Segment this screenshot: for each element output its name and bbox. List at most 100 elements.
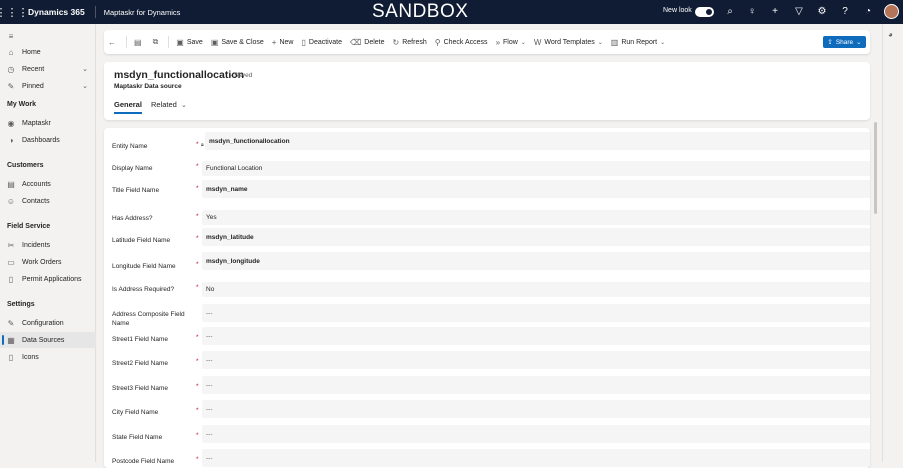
chevron-down-icon[interactable]: ⌄ (82, 65, 88, 73)
field-value-input[interactable]: No (202, 282, 870, 297)
brand-name[interactable]: Dynamics 365 (24, 6, 96, 18)
field-label: Street2 Field Name (112, 360, 168, 367)
required-indicator: * (196, 334, 199, 341)
sidebar-item-work-orders[interactable]: ▭ Work Orders (0, 254, 96, 270)
database-icon: ▦ (7, 335, 15, 345)
sidebar-item-contacts[interactable]: ☺ Contacts (0, 193, 96, 209)
run-report-button[interactable]: ▥ Run Report ⌄ (607, 30, 669, 54)
field-label: State Field Name (112, 434, 163, 441)
lightbulb-icon[interactable]: ♀ (745, 5, 759, 19)
tab-general[interactable]: General (114, 100, 142, 114)
new-button[interactable]: + New (268, 30, 298, 54)
field-label: Street3 Field Name (112, 385, 168, 392)
sidebar-item-pinned[interactable]: ✎ Pinned ⌄ (0, 78, 96, 94)
field-value-input[interactable]: msdyn_latitude (202, 228, 870, 246)
sidebar-item-label: Permit Applications (22, 275, 82, 283)
sidebar-item-recent[interactable]: ◷ Recent ⌄ (0, 61, 96, 77)
divider (168, 36, 170, 48)
required-indicator: * (196, 261, 199, 268)
chevron-down-icon[interactable]: ⌄ (82, 82, 88, 90)
field-value-input[interactable]: msdyn_name (202, 180, 870, 198)
chevron-down-icon: ⌄ (856, 39, 862, 46)
field-value-input[interactable]: --- (202, 351, 870, 369)
tab-related[interactable]: Related ⌄ (151, 100, 187, 109)
field-value-input[interactable]: Yes (202, 210, 870, 225)
back-arrow-icon: ← (108, 37, 116, 47)
flow-button[interactable]: » Flow ⌄ (492, 30, 530, 54)
required-indicator: * (196, 358, 199, 365)
field-value-input[interactable]: --- (202, 400, 870, 418)
sidebar-item-data-sources[interactable]: ▦ Data Sources (0, 332, 96, 348)
field-value-input[interactable]: --- (202, 449, 870, 467)
field-label: Street1 Field Name (112, 336, 168, 343)
back-button[interactable]: ← (104, 30, 123, 54)
divider (126, 36, 127, 48)
word-icon: W (533, 37, 542, 47)
word-templates-label: Word Templates (544, 38, 595, 46)
sidebar-section-my-work: My Work (7, 101, 37, 108)
sidebar-item-label: Pinned (22, 82, 44, 90)
delete-icon: ⌫ (349, 37, 362, 47)
field-value-input[interactable]: --- (202, 376, 870, 394)
flow-label: Flow (503, 38, 518, 46)
sidebar-item-permit-applications[interactable]: ▯ Permit Applications (0, 271, 96, 287)
record-set-button[interactable]: ▤ (130, 30, 149, 54)
share-button[interactable]: ⇪ Share ⌄ (823, 36, 866, 48)
hamburger-icon[interactable]: ≡ (0, 28, 96, 44)
word-templates-button[interactable]: W Word Templates ⌄ (530, 30, 607, 54)
chevron-down-icon: ⌄ (660, 39, 666, 46)
record-icon: ▤ (134, 37, 142, 47)
run-report-label: Run Report (621, 38, 658, 46)
field-label: Address Composite Field Name (112, 311, 185, 327)
record-entity-type: Maptaskr Data source (114, 83, 182, 90)
record-header: msdyn_functionallocation - Saved Maptask… (104, 62, 870, 120)
clipboard-icon: ▭ (7, 257, 15, 267)
field-value-input[interactable]: --- (202, 425, 870, 443)
field-value-input[interactable]: --- (202, 327, 870, 345)
search-icon[interactable]: ⌕ (723, 5, 737, 19)
delete-button[interactable]: ⌫ Delete (346, 30, 389, 54)
save-button[interactable]: ▣ Save (172, 30, 207, 54)
field-label: Has Address? (112, 215, 153, 222)
sidebar-item-incidents[interactable]: ✂ Incidents (0, 237, 96, 253)
gear-icon[interactable]: ⚙ (815, 5, 829, 19)
sidebar-item-icons[interactable]: ▯ Icons (0, 349, 96, 365)
deactivate-icon: ▯ (301, 37, 306, 47)
field-value-input[interactable]: Functional Location (202, 161, 870, 176)
waffle-icon[interactable]: ⋮⋮⋮ (0, 0, 29, 24)
field-value-input[interactable]: msdyn_functionallocation (205, 132, 870, 150)
help-icon[interactable]: ? (838, 5, 852, 19)
required-indicator: * (196, 284, 199, 291)
check-access-button[interactable]: ⚲ Check Access (431, 30, 492, 54)
deactivate-label: Deactivate (308, 38, 342, 46)
field-label: Longitude Field Name (112, 263, 176, 270)
field-value-input[interactable]: --- (202, 304, 870, 322)
copilot-icon[interactable]: ◔ (861, 5, 875, 19)
scrollbar[interactable] (874, 122, 877, 214)
side-pane-strip: ◕ (882, 24, 903, 462)
copilot-pane-icon[interactable]: ◕ (888, 30, 893, 39)
sidebar-item-configuration[interactable]: ✎ Configuration (0, 315, 96, 331)
filter-icon[interactable]: ▽ (792, 5, 806, 19)
sidebar-item-maptaskr[interactable]: ◉ Maptaskr (0, 115, 96, 131)
required-indicator: * (196, 235, 199, 242)
new-look-toggle[interactable] (695, 7, 714, 17)
sidebar-item-accounts[interactable]: ▤ Accounts (0, 176, 96, 192)
field-value-input[interactable]: msdyn_longitude (202, 252, 870, 270)
refresh-button[interactable]: ↻ Refresh (389, 30, 431, 54)
save-close-button[interactable]: ▣ Save & Close (207, 30, 268, 54)
sidebar-item-label: Home (22, 48, 41, 56)
report-icon: ▥ (610, 37, 619, 47)
popout-icon: ⧉ (152, 37, 159, 46)
popout-button[interactable]: ⧉ (149, 30, 166, 54)
sidebar-item-home[interactable]: ⌂ Home (0, 44, 96, 60)
avatar[interactable] (884, 4, 899, 19)
deactivate-button[interactable]: ▯ Deactivate (297, 30, 345, 54)
pencil-icon: ✎ (7, 318, 15, 328)
sidebar-item-dashboards[interactable]: ◑ Dashboards (0, 132, 96, 148)
record-title: msdyn_functionallocation (114, 69, 245, 81)
plus-icon[interactable]: + (768, 5, 782, 19)
sidebar-item-label: Incidents (22, 241, 51, 249)
sidebar-section-customers: Customers (7, 162, 44, 169)
app-name[interactable]: Maptaskr for Dynamics (96, 8, 181, 17)
